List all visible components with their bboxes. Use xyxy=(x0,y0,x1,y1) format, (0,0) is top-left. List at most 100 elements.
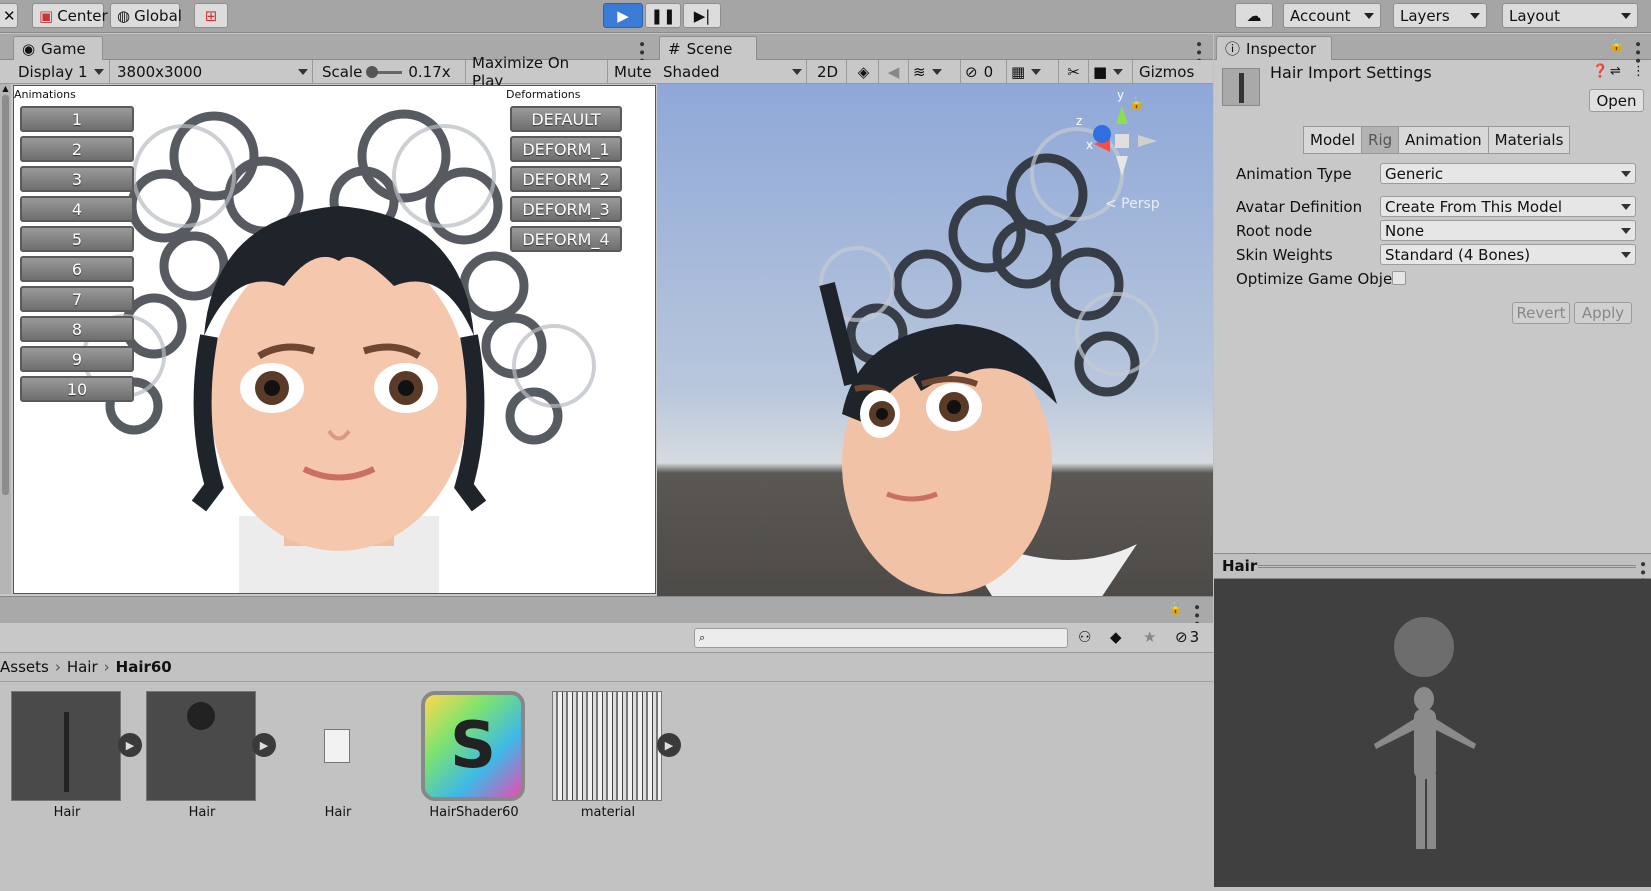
mute-toggle[interactable]: Mute xyxy=(610,60,657,84)
cloud-button[interactable]: ☁ xyxy=(1235,3,1273,28)
display-dropdown[interactable]: Display 1 xyxy=(14,60,110,84)
gizmos-dropdown[interactable]: Gizmos xyxy=(1135,60,1213,84)
import-tab-model[interactable]: Model xyxy=(1303,126,1363,154)
effects-icon[interactable]: ≋ xyxy=(909,60,961,84)
layers-dropdown[interactable]: Layers xyxy=(1393,3,1487,28)
import-tab-materials[interactable]: Materials xyxy=(1487,126,1571,154)
preview-menu-icon[interactable]: ••• xyxy=(1634,560,1650,585)
scroll-up-icon[interactable]: ▲ xyxy=(0,84,11,93)
inspector-settings-icon[interactable]: ⋮ xyxy=(1632,64,1645,79)
import-tab-rig[interactable]: Rig xyxy=(1361,126,1400,154)
expand-arrow-icon[interactable]: ▶ xyxy=(118,733,142,757)
filter-label-icon[interactable]: ◆ xyxy=(1110,628,1122,646)
game-viewport[interactable]: Animations Deformations 1 2 3 4 5 6 7 8 9 10 DEFA… xyxy=(13,85,656,594)
inspector-lock-icon[interactable]: 🔒 xyxy=(1609,38,1624,52)
deformation-button-5[interactable]: DEFORM_4 xyxy=(510,226,622,252)
row-dropdown[interactable]: Standard (4 Bones) xyxy=(1380,244,1636,265)
tab-inspector[interactable]: ⓘ Inspector xyxy=(1216,36,1332,60)
row-dropdown[interactable]: Generic xyxy=(1380,163,1636,184)
inspector-menu-icon[interactable]: ••• xyxy=(1629,40,1645,65)
open-button[interactable]: Open xyxy=(1589,89,1644,112)
deformation-button-4[interactable]: DEFORM_3 xyxy=(510,196,622,222)
deformation-button-2[interactable]: DEFORM_1 xyxy=(510,136,622,162)
asset-thumb xyxy=(552,691,662,801)
tools-icon[interactable]: ✕ xyxy=(0,3,18,28)
model-preview[interactable] xyxy=(1214,579,1651,887)
project-search-input[interactable]: ⌕ xyxy=(694,628,1068,648)
asset-hair-prefab[interactable]: Hair xyxy=(146,691,258,820)
account-label: Account xyxy=(1290,6,1351,25)
presets-icon[interactable]: ⇌ xyxy=(1610,64,1621,79)
animation-button-8[interactable]: 8 xyxy=(20,316,134,342)
pause-button[interactable]: ❚❚ xyxy=(645,3,681,28)
breadcrumb-assets[interactable]: Assets xyxy=(0,658,49,676)
animation-button-10[interactable]: 10 xyxy=(20,376,134,402)
row-dropdown[interactable]: Create From This Model xyxy=(1380,196,1636,217)
pivot-center-button[interactable]: ▣ Center xyxy=(32,3,108,28)
account-dropdown[interactable]: Account xyxy=(1283,3,1381,28)
filter-type-icon[interactable]: ⚇ xyxy=(1078,628,1091,646)
audio-icon[interactable]: ◀ xyxy=(879,60,909,84)
scene-menu-icon[interactable]: ••• xyxy=(1190,40,1206,65)
tab-scene[interactable]: # Scene xyxy=(659,36,757,60)
asset-material[interactable]: material xyxy=(552,691,664,820)
asset-hair-model[interactable]: Hair xyxy=(11,691,123,820)
maximize-on-play-toggle[interactable]: Maximize On Play xyxy=(468,54,608,90)
resolution-dropdown[interactable]: 3800x3000 xyxy=(113,60,313,84)
grid-toggle-icon[interactable]: ▦ xyxy=(1007,60,1059,84)
perspective-label[interactable]: < Persp xyxy=(1105,196,1160,212)
deformations-label: Deformations xyxy=(506,88,581,101)
favorite-icon[interactable]: ★ xyxy=(1143,628,1156,646)
animation-button-2[interactable]: 2 xyxy=(20,136,134,162)
expand-arrow-icon[interactable]: ▶ xyxy=(252,733,276,757)
toggle-2d-button[interactable]: 2D xyxy=(809,60,847,84)
shading-dropdown[interactable]: Shaded xyxy=(659,60,807,84)
animation-button-4[interactable]: 4 xyxy=(20,196,134,222)
deformation-button-3[interactable]: DEFORM_2 xyxy=(510,166,622,192)
apply-button[interactable]: Apply xyxy=(1574,302,1632,324)
file-icon xyxy=(324,729,350,763)
tools-settings-icon[interactable]: ✂ xyxy=(1059,60,1089,84)
scroll-thumb[interactable] xyxy=(2,95,9,495)
layout-dropdown[interactable]: Layout xyxy=(1502,3,1638,28)
pivot-global-button[interactable]: ◍ Global xyxy=(110,3,182,28)
step-button[interactable]: ▶| xyxy=(683,3,721,28)
tab-game[interactable]: ◉ Game xyxy=(13,36,103,60)
preview-header[interactable]: Hair ••• xyxy=(1214,553,1651,585)
hidden-packages-toggle[interactable]: ⊘ 3 xyxy=(1175,628,1199,646)
animation-button-6[interactable]: 6 xyxy=(20,256,134,282)
revert-button[interactable]: Revert xyxy=(1512,302,1570,324)
grid-snap-icon[interactable]: ⊞ xyxy=(194,3,228,28)
camera-icon[interactable]: ■ xyxy=(1089,60,1133,84)
asset-hairshader60[interactable]: S HairShader60 xyxy=(418,691,530,820)
optimize-checkbox[interactable] xyxy=(1392,271,1406,285)
project-lock-icon[interactable]: 🔒 xyxy=(1168,601,1183,615)
import-tab-animation[interactable]: Animation xyxy=(1398,126,1489,154)
play-button[interactable]: ▶ xyxy=(603,3,643,28)
expand-arrow-icon[interactable]: ▶ xyxy=(657,733,681,757)
animation-button-7[interactable]: 7 xyxy=(20,286,134,312)
game-scrollbar[interactable]: ▲ xyxy=(0,84,11,594)
axis-gizmo[interactable]: y z x xyxy=(1072,88,1162,186)
asset-hair-file[interactable]: Hair xyxy=(282,691,394,820)
animation-button-9[interactable]: 9 xyxy=(20,346,134,372)
scene-viewport[interactable]: y z x 🔒 < Persp xyxy=(657,84,1213,596)
animation-button-5[interactable]: 5 xyxy=(20,226,134,252)
row-value: None xyxy=(1385,221,1425,240)
project-menu-icon[interactable]: ••• xyxy=(1188,603,1204,628)
game-menu-icon[interactable]: ••• xyxy=(633,40,649,65)
scale-slider[interactable]: Scale 0.17x xyxy=(318,60,466,84)
project-eye-slash-icon: ⊘ xyxy=(1175,628,1188,646)
hidden-objects-toggle[interactable]: ⊘ 0 xyxy=(961,60,1007,84)
slider-track[interactable] xyxy=(366,65,403,78)
lock-icon[interactable]: 🔒 xyxy=(1129,96,1144,110)
slider-thumb[interactable] xyxy=(366,65,379,78)
breadcrumb-hair[interactable]: Hair xyxy=(67,658,98,676)
animation-button-3[interactable]: 3 xyxy=(20,166,134,192)
deformation-button-1[interactable]: DEFAULT xyxy=(510,106,622,132)
row-dropdown[interactable]: None xyxy=(1380,220,1636,241)
lighting-icon[interactable]: ◈ xyxy=(849,60,879,84)
breadcrumb-hair60[interactable]: Hair60 xyxy=(116,658,172,676)
animation-button-1[interactable]: 1 xyxy=(20,106,134,132)
help-icon[interactable]: ❓ xyxy=(1592,64,1608,79)
